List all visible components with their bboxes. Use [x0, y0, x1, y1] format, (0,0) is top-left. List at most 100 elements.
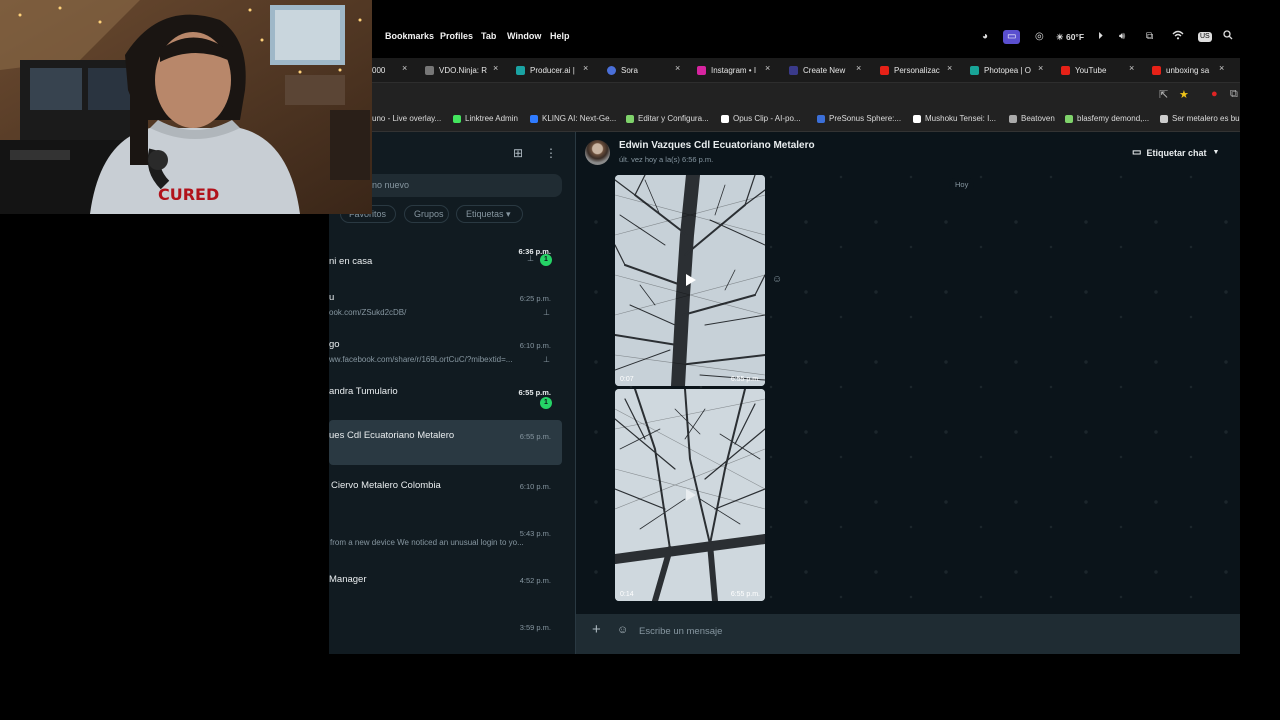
new-chat-icon[interactable]: ⊞ — [513, 146, 523, 160]
chat-list-item[interactable]: ni en casa 6:36 p.m. ⊥ 1 — [329, 240, 562, 285]
input-source-badge[interactable]: US — [1198, 32, 1212, 42]
browser-tab[interactable]: Photopea | O — [970, 58, 1032, 82]
emoji-reaction-icon[interactable]: ☺ — [772, 274, 782, 285]
close-tab-icon[interactable]: × — [1038, 63, 1043, 73]
sora-icon — [607, 65, 616, 75]
label-chat-button[interactable]: ▭ Etiquetar chat ▼ — [1126, 143, 1225, 162]
bookmark-item[interactable]: Ser metalero es bu — [1160, 114, 1240, 123]
menu-profiles[interactable]: Profiles — [440, 31, 473, 41]
avatar[interactable] — [585, 140, 610, 165]
volume-icon[interactable]: 🔊︎ — [1119, 30, 1125, 44]
message-input[interactable]: Escribe un mensaje — [639, 626, 722, 637]
chat-list-item[interactable]: 5:43 p.m. from a new device We noticed a… — [329, 522, 562, 567]
install-app-icon[interactable]: ⇱ — [1159, 88, 1168, 101]
bookmark-item[interactable]: KLING AI: Next-Ge... — [530, 114, 616, 123]
browser-tab[interactable]: Sora — [607, 58, 677, 82]
bookmark-item[interactable]: blasfemy demond,... — [1065, 114, 1149, 123]
close-tab-icon[interactable]: × — [402, 63, 407, 73]
bookmark-item[interactable]: Editar y Configura... — [626, 114, 709, 123]
browser-tab[interactable]: Producer.ai | — [516, 58, 584, 82]
bookmark-item[interactable]: uno - Live overlay... — [372, 114, 441, 123]
svg-text:CURED: CURED — [158, 185, 219, 204]
search-icon[interactable] — [1223, 30, 1233, 45]
browser-tab-strip: 000 × VDO.Ninja: R × Producer.ai | × Sor… — [372, 58, 1240, 82]
chevron-down-icon: ▼ — [1212, 149, 1220, 156]
close-tab-icon[interactable]: × — [765, 63, 770, 73]
bookmark-item[interactable]: Linktree Admin — [453, 114, 518, 123]
message-time: 6:55 p.m. — [730, 376, 760, 383]
menu-bar: Bookmarks Profiles Tab Window Help ◕ ▭ ◎… — [372, 27, 1280, 49]
beatoven-icon — [1009, 114, 1017, 123]
search-placeholder: no nuevo — [372, 180, 410, 190]
browser-tab[interactable]: Create New — [789, 58, 851, 82]
chat-list-item[interactable]: 3:59 p.m. — [329, 616, 562, 661]
youtube-icon — [1061, 65, 1070, 75]
chat-list-item[interactable]: go 6:10 p.m. ww.facebook.com/share/r/169… — [329, 334, 562, 379]
browser-tab[interactable]: VDO.Ninja: R — [425, 58, 493, 82]
contact-name[interactable]: Edwin Vazques Cdl Ecuatoriano Metalero — [619, 140, 815, 151]
screen-cast-icon[interactable]: ▭ — [1003, 30, 1021, 44]
weather-status[interactable]: ☀ 60°F — [1056, 30, 1084, 44]
kling-icon — [530, 114, 538, 123]
target-icon[interactable]: ◎ — [1035, 30, 1044, 44]
close-tab-icon[interactable]: × — [583, 63, 588, 73]
pin-icon: ⊥ — [543, 355, 550, 364]
video-duration: 0:07 — [620, 376, 634, 383]
date-separator: Hoy — [949, 178, 975, 191]
sticker-emoji-icon[interactable]: ☺ — [617, 624, 628, 636]
menu-window[interactable]: Window — [507, 31, 541, 41]
chat-list-item[interactable]: u 6:25 p.m. ook.com/ZSukd2cDB/ ⊥ — [329, 287, 562, 332]
close-tab-icon[interactable]: × — [675, 63, 680, 73]
play-icon[interactable] — [682, 487, 698, 503]
message-time: 6:55 p.m. — [730, 591, 760, 598]
create-icon — [789, 65, 798, 75]
chat-list-item-active[interactable]: ues Cdl Ecuatoriano Metalero 6:55 p.m. — [329, 420, 562, 465]
browser-tab[interactable]: YouTube — [1061, 58, 1123, 82]
bookmark-star-icon[interactable]: ★ — [1179, 88, 1189, 101]
extensions-icon[interactable]: ⧉ — [1230, 88, 1238, 101]
address-bar[interactable]: ⇱ ★ ● ⧉ — [372, 83, 1240, 109]
photopea-icon — [970, 65, 979, 75]
video-message[interactable]: 0:07 6:55 p.m. — [615, 175, 765, 386]
close-tab-icon[interactable]: × — [493, 63, 498, 73]
close-tab-icon[interactable]: × — [1219, 63, 1224, 73]
menu-tab[interactable]: Tab — [481, 31, 496, 41]
close-tab-icon[interactable]: × — [856, 63, 861, 73]
play-circle-icon[interactable]: ⏵ — [1098, 30, 1103, 44]
attach-plus-icon[interactable]: + — [592, 621, 601, 638]
chat-list-item[interactable]: Manager 4:52 p.m. — [329, 569, 562, 614]
video-message[interactable]: 0:14 6:55 p.m. — [615, 389, 765, 601]
browser-tab[interactable]: Instagram • I — [697, 58, 757, 82]
browser-tab[interactable]: 000 — [372, 58, 417, 82]
color-wheel-icon[interactable]: ◕ — [982, 30, 988, 44]
video-duration: 0:14 — [620, 591, 634, 598]
filter-groups[interactable]: Grupos — [404, 205, 449, 223]
close-tab-icon[interactable]: × — [1129, 63, 1134, 73]
webcam-feed-image: CURED — [0, 0, 372, 214]
unread-badge: 1 — [540, 397, 552, 409]
opus-icon — [721, 114, 729, 123]
menu-help[interactable]: Help — [550, 31, 570, 41]
chat-list-item[interactable]: Ciervo Metalero Colombia 6:10 p.m. — [329, 475, 562, 520]
wifi-icon[interactable] — [1172, 30, 1184, 45]
anime-icon — [913, 114, 921, 123]
screen-mirror-icon[interactable]: ⧉ — [1146, 30, 1153, 44]
more-options-icon[interactable]: ⋮ — [545, 146, 557, 160]
youtube-icon — [880, 65, 889, 75]
menu-bookmarks[interactable]: Bookmarks — [385, 31, 434, 41]
record-icon[interactable]: ● — [1211, 88, 1218, 100]
close-tab-icon[interactable]: × — [947, 63, 952, 73]
bookmark-item[interactable]: Opus Clip - AI-po... — [721, 114, 801, 123]
music-icon — [1065, 114, 1073, 123]
page-icon — [1160, 114, 1168, 123]
label-icon: ▭ — [1132, 147, 1142, 158]
vdo-ninja-icon — [425, 65, 434, 75]
edit-icon — [626, 114, 634, 123]
bookmark-item[interactable]: PreSonus Sphere:... — [817, 114, 901, 123]
browser-tab[interactable]: unboxing sa — [1152, 58, 1220, 82]
play-icon[interactable] — [682, 272, 698, 288]
filter-labels[interactable]: Etiquetas ▾ — [456, 205, 523, 223]
bookmark-item[interactable]: Beatoven — [1009, 114, 1055, 123]
browser-tab[interactable]: Personalizac — [880, 58, 942, 82]
bookmark-item[interactable]: Mushoku Tensei: I... — [913, 114, 996, 123]
